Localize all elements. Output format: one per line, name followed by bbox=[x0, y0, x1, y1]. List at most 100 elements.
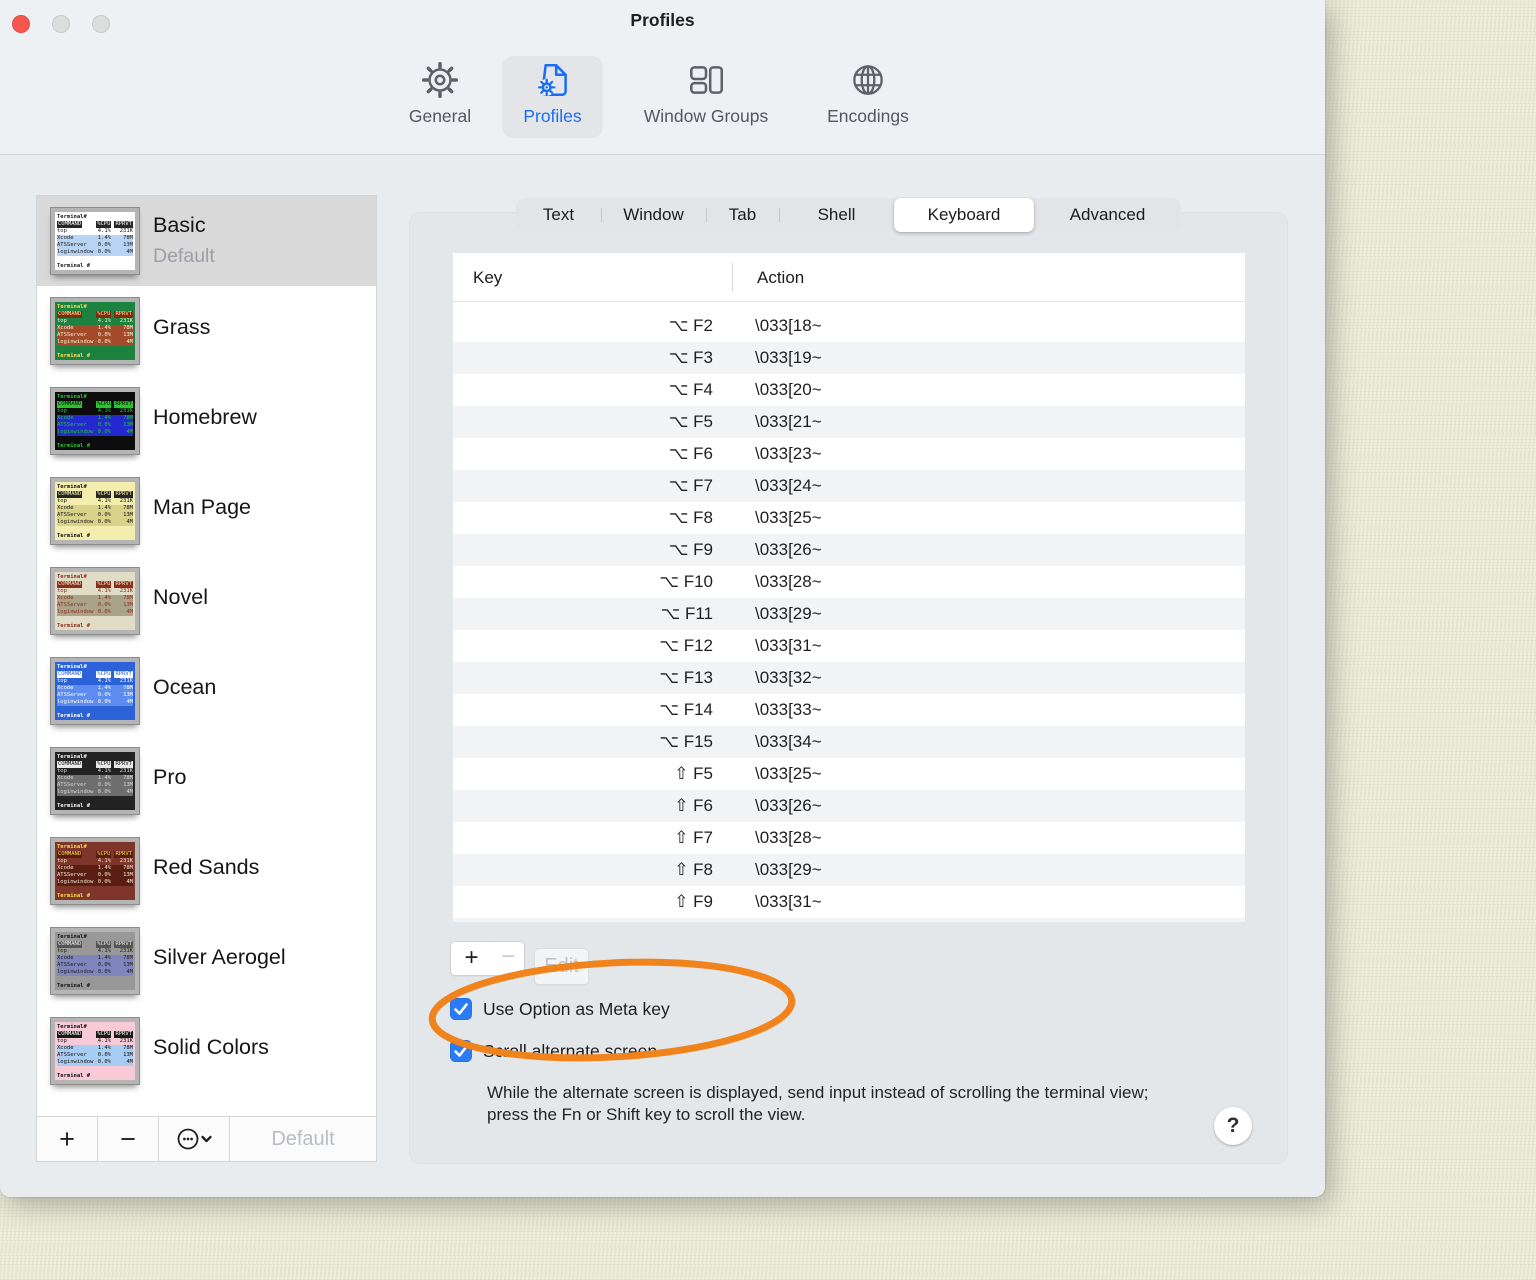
toolbar-button-window-groups[interactable]: Window Groups bbox=[621, 56, 791, 138]
profile-thumbnail: Terminal# COMMAND %CPU RPRVT top 4.1% 231K… bbox=[50, 387, 140, 455]
action-cell: \033[28~ bbox=[755, 828, 822, 847]
profile-list-item[interactable]: Terminal# COMMAND %CPU RPRVT top 4.1% 231K… bbox=[37, 556, 376, 646]
key-cell: ⌥ F13 bbox=[659, 668, 713, 687]
key-mapping-row[interactable]: ⌥ F12 \033[31~ bbox=[453, 630, 1245, 662]
key-cell: ⌥ F14 bbox=[659, 700, 713, 719]
remove-key-mapping-button[interactable]: − bbox=[492, 941, 525, 976]
key-mapping-row[interactable]: ⌥ F9 \033[26~ bbox=[453, 534, 1245, 566]
tab[interactable]: Keyboard bbox=[894, 198, 1034, 232]
profile-list-item[interactable]: Terminal# COMMAND %CPU RPRVT top 4.1% 231K… bbox=[37, 736, 376, 826]
profile-thumbnail: Terminal# COMMAND %CPU RPRVT top 4.1% 231K… bbox=[50, 747, 140, 815]
thumbnail-terminal-preview: Terminal# COMMAND %CPU RPRVT top 4.1% 231K… bbox=[55, 212, 135, 270]
key-mapping-row[interactable]: ⇧ F8 \033[29~ bbox=[453, 854, 1245, 886]
titlebar: Profiles General Profiles Window Groups … bbox=[0, 0, 1325, 155]
toolbar-button-encodings[interactable]: Encodings bbox=[805, 56, 931, 138]
profile-list-item[interactable]: Terminal# COMMAND %CPU RPRVT top 4.1% 231K… bbox=[37, 376, 376, 466]
profile-list-item[interactable]: Terminal# COMMAND %CPU RPRVT top 4.1% 231K… bbox=[37, 466, 376, 556]
thumbnail-terminal-preview: Terminal# COMMAND %CPU RPRVT top 4.1% 231K… bbox=[55, 302, 135, 360]
profile-thumbnail: Terminal# COMMAND %CPU RPRVT top 4.1% 231K… bbox=[50, 837, 140, 905]
globe-icon bbox=[805, 56, 931, 104]
thumbnail-terminal-preview: Terminal# COMMAND %CPU RPRVT top 4.1% 231K… bbox=[55, 392, 135, 450]
toolbar-button-profiles[interactable]: Profiles bbox=[502, 56, 603, 138]
profile-name: Red Sands bbox=[153, 855, 260, 879]
toolbar-button-general[interactable]: General bbox=[397, 56, 483, 138]
key-cell: ⌥ F9 bbox=[668, 540, 713, 559]
tab[interactable]: Shell bbox=[779, 198, 894, 232]
key-cell: ⌥ F10 bbox=[659, 572, 713, 591]
profile-list-item[interactable]: Terminal# COMMAND %CPU RPRVT top 4.1% 231K… bbox=[37, 1006, 376, 1096]
key-cell: ⌥ F15 bbox=[659, 732, 713, 751]
gear-icon bbox=[397, 56, 483, 104]
keyboard-settings-panel: Key Action ⌥ F2 \033[18~ ⌥ F3 \033[19~ ⌥… bbox=[410, 213, 1287, 1163]
checkmark-icon bbox=[454, 1003, 468, 1015]
profile-thumbnail: Terminal# COMMAND %CPU RPRVT top 4.1% 231K… bbox=[50, 1017, 140, 1085]
column-divider[interactable] bbox=[732, 263, 733, 291]
key-mapping-row[interactable]: ⌥ F2 \033[18~ bbox=[453, 310, 1245, 342]
key-mapping-row[interactable]: ⌥ F14 \033[33~ bbox=[453, 694, 1245, 726]
profile-list-item[interactable]: Terminal# COMMAND %CPU RPRVT top 4.1% 231K… bbox=[37, 646, 376, 736]
key-mapping-row[interactable]: ⌥ F13 \033[32~ bbox=[453, 662, 1245, 694]
tab[interactable]: Text bbox=[516, 198, 601, 232]
profile-list-footer: + − Default bbox=[37, 1116, 376, 1161]
profile-thumbnail: Terminal# COMMAND %CPU RPRVT top 4.1% 231K… bbox=[50, 927, 140, 995]
profile-name: Silver Aerogel bbox=[153, 945, 286, 969]
action-cell: \033[21~ bbox=[755, 412, 822, 431]
profile-name: Pro bbox=[153, 765, 187, 789]
key-cell: ⇧ F9 bbox=[674, 892, 713, 911]
action-cell: \033[23~ bbox=[755, 444, 822, 463]
key-mapping-row[interactable]: ⌥ F6 \033[23~ bbox=[453, 438, 1245, 470]
profile-list-item[interactable]: Terminal# COMMAND %CPU RPRVT top 4.1% 231K… bbox=[37, 196, 376, 286]
profile-thumbnail: Terminal# COMMAND %CPU RPRVT top 4.1% 231K… bbox=[50, 477, 140, 545]
profile-thumbnail: Terminal# COMMAND %CPU RPRVT top 4.1% 231K… bbox=[50, 207, 140, 275]
set-default-button[interactable]: Default bbox=[230, 1117, 376, 1161]
table-rows: ⌥ F2 \033[18~ ⌥ F3 \033[19~ ⌥ F4 \033[20… bbox=[453, 310, 1245, 918]
key-mapping-row[interactable]: ⌥ F7 \033[24~ bbox=[453, 470, 1245, 502]
partial-row bbox=[453, 918, 1245, 922]
profile-actions-menu-button[interactable] bbox=[159, 1117, 230, 1161]
circle-ellipsis-icon bbox=[177, 1128, 212, 1150]
toolbar-label-window-groups: Window Groups bbox=[643, 106, 769, 126]
key-mappings-table: Key Action ⌥ F2 \033[18~ ⌥ F3 \033[19~ ⌥… bbox=[453, 253, 1245, 922]
action-cell: \033[32~ bbox=[755, 668, 822, 687]
use-option-as-meta-checkbox[interactable] bbox=[450, 998, 472, 1020]
key-mapping-row[interactable]: ⇧ F9 \033[31~ bbox=[453, 886, 1245, 918]
tab[interactable]: Tab bbox=[706, 198, 779, 232]
key-mapping-row[interactable]: ⇧ F6 \033[26~ bbox=[453, 790, 1245, 822]
table-header: Key Action bbox=[453, 253, 1245, 302]
key-cell: ⌥ F5 bbox=[668, 412, 713, 431]
profile-list-item[interactable]: Terminal# COMMAND %CPU RPRVT top 4.1% 231K… bbox=[37, 916, 376, 1006]
column-header-action[interactable]: Action bbox=[757, 253, 804, 302]
thumbnail-terminal-preview: Terminal# COMMAND %CPU RPRVT top 4.1% 231K… bbox=[55, 752, 135, 810]
add-key-mapping-button[interactable]: + bbox=[450, 941, 493, 976]
add-profile-button[interactable]: + bbox=[37, 1117, 98, 1161]
action-cell: \033[28~ bbox=[755, 572, 822, 591]
key-cell: ⌥ F6 bbox=[668, 444, 713, 463]
key-mapping-row[interactable]: ⌥ F4 \033[20~ bbox=[453, 374, 1245, 406]
tab[interactable]: Advanced bbox=[1034, 198, 1181, 232]
alternate-screen-help-text: While the alternate screen is displayed,… bbox=[487, 1083, 1149, 1124]
profile-list-item[interactable]: Terminal# COMMAND %CPU RPRVT top 4.1% 231K… bbox=[37, 826, 376, 916]
key-mapping-row[interactable]: ⌥ F10 \033[28~ bbox=[453, 566, 1245, 598]
help-button[interactable]: ? bbox=[1214, 1107, 1252, 1145]
key-mapping-row[interactable]: ⇧ F5 \033[25~ bbox=[453, 758, 1245, 790]
desktop-background: Profiles General Profiles Window Groups … bbox=[0, 0, 1536, 1280]
key-mapping-row[interactable]: ⌥ F8 \033[25~ bbox=[453, 502, 1245, 534]
key-mapping-row[interactable]: ⌥ F5 \033[21~ bbox=[453, 406, 1245, 438]
column-header-key[interactable]: Key bbox=[473, 253, 502, 302]
profile-name: Basic bbox=[153, 213, 206, 237]
action-cell: \033[31~ bbox=[755, 636, 822, 655]
key-mapping-row[interactable]: ⇧ F7 \033[28~ bbox=[453, 822, 1245, 854]
tab[interactable]: Window bbox=[601, 198, 706, 232]
terminal-preferences-window: Profiles General Profiles Window Groups … bbox=[0, 0, 1325, 1197]
key-mapping-row[interactable]: ⌥ F3 \033[19~ bbox=[453, 342, 1245, 374]
profile-list-item[interactable]: Terminal# COMMAND %CPU RPRVT top 4.1% 231K… bbox=[37, 286, 376, 376]
key-mapping-row[interactable]: ⌥ F15 \033[34~ bbox=[453, 726, 1245, 758]
key-mapping-row[interactable]: ⌥ F11 \033[29~ bbox=[453, 598, 1245, 630]
action-cell: \033[31~ bbox=[755, 892, 822, 911]
thumbnail-terminal-preview: Terminal# COMMAND %CPU RPRVT top 4.1% 231K… bbox=[55, 482, 135, 540]
edit-key-mapping-button[interactable]: Edit bbox=[534, 948, 589, 985]
scroll-alternate-screen-checkbox[interactable] bbox=[450, 1040, 472, 1062]
profile-subtitle: Default bbox=[153, 245, 215, 267]
remove-profile-button[interactable]: − bbox=[98, 1117, 159, 1161]
window-title: Profiles bbox=[630, 10, 695, 30]
